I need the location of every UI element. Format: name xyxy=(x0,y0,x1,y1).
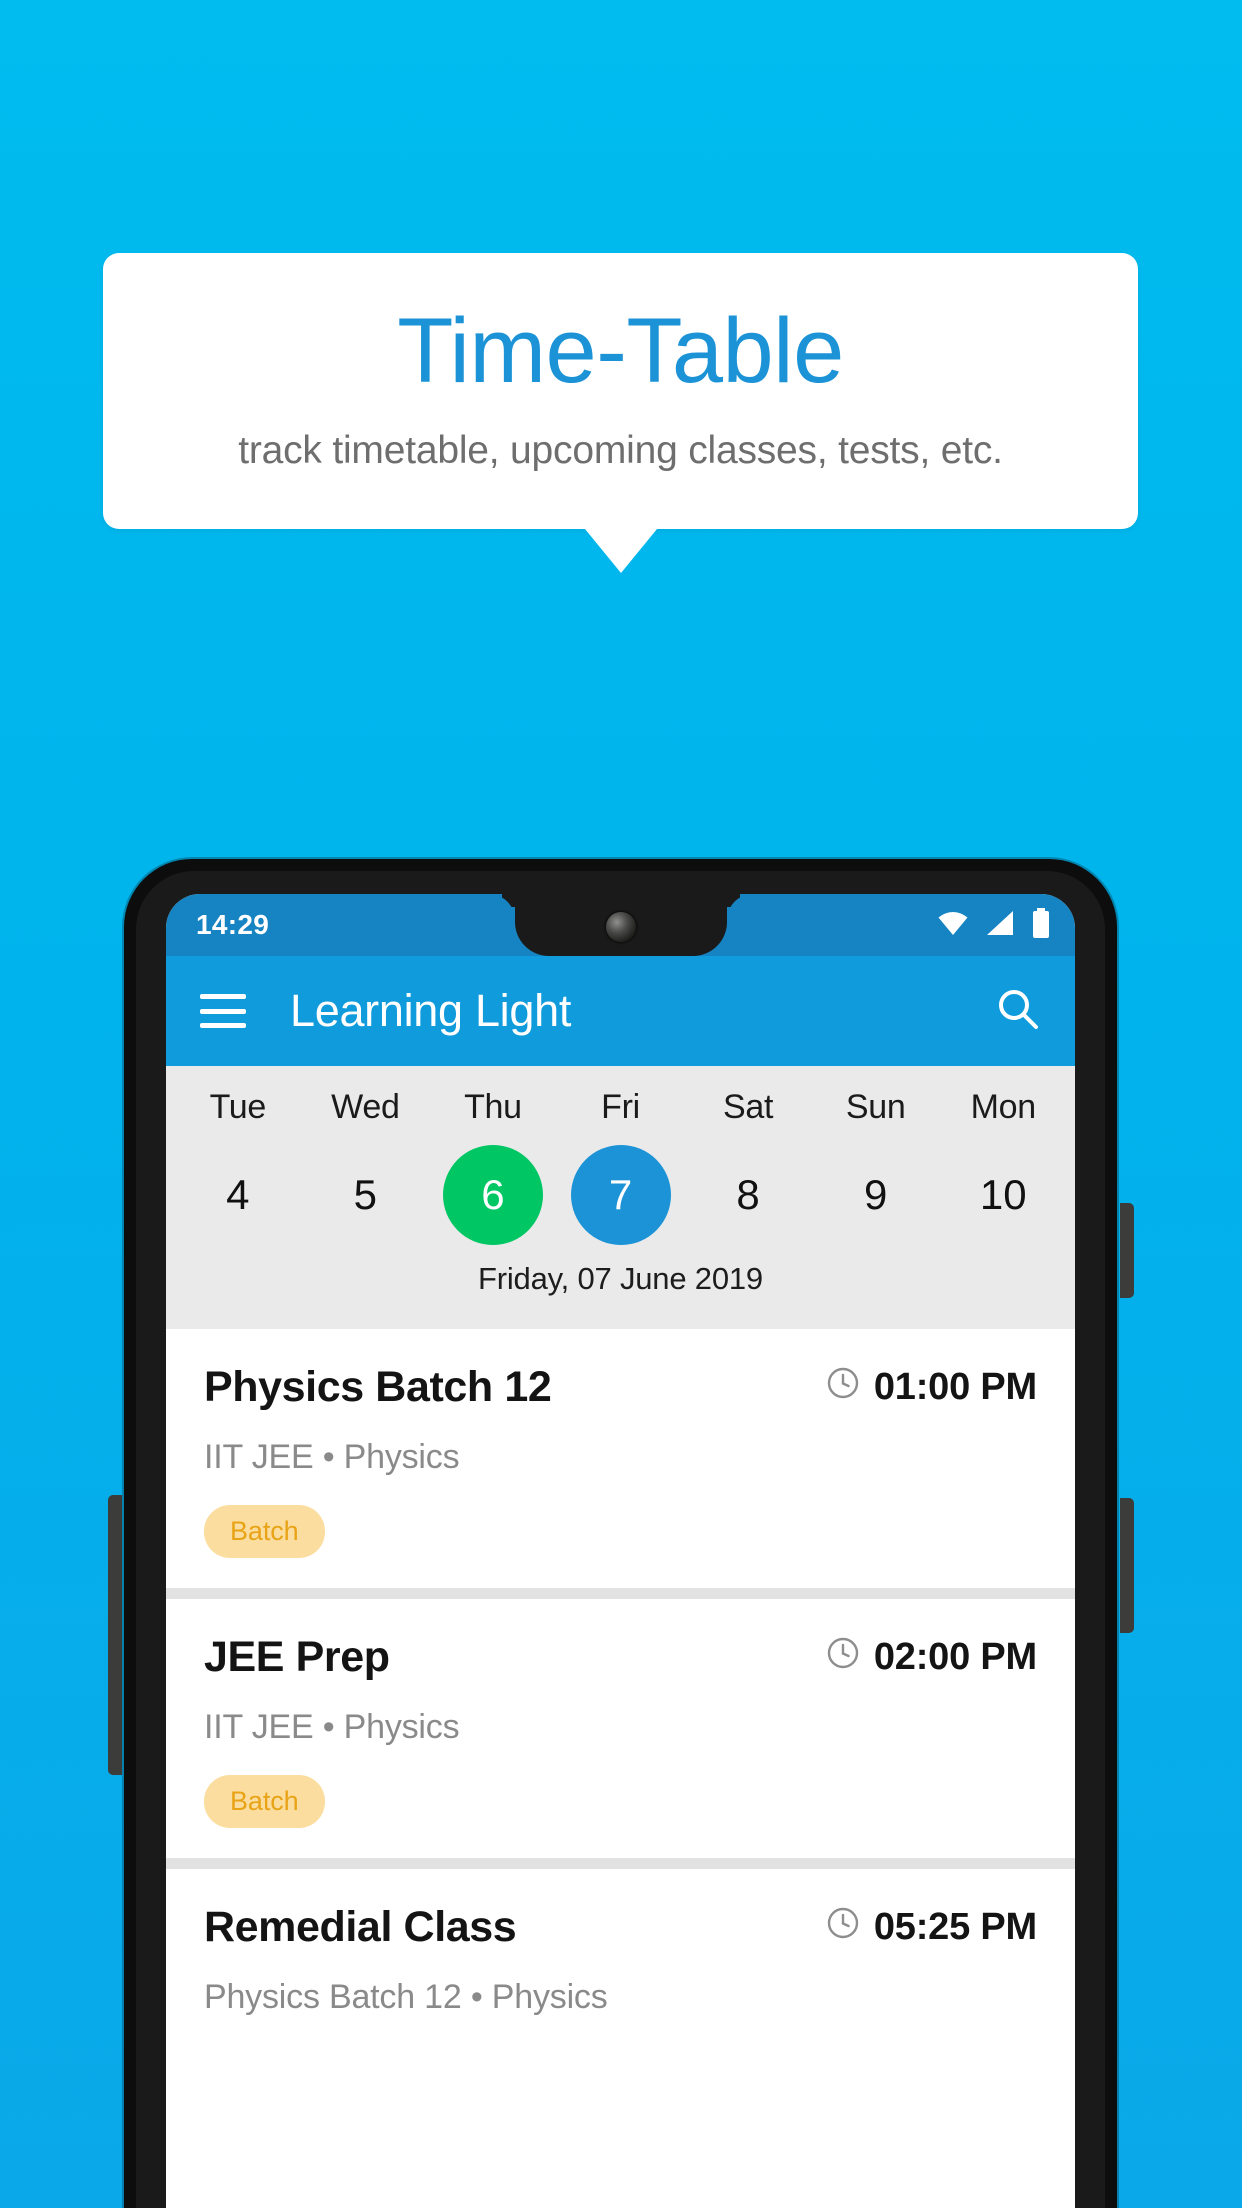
search-icon[interactable] xyxy=(995,986,1041,1037)
phone-notch xyxy=(514,894,727,956)
app-bar-title: Learning Light xyxy=(290,985,572,1036)
schedule-list-item[interactable]: Physics Batch 12 01:00 PM IIT JEE • Phys… xyxy=(166,1329,1075,1588)
promo-bubble-tail xyxy=(584,529,657,573)
schedule-item-chip: Batch xyxy=(204,1505,325,1558)
schedule-item-time: 05:25 PM xyxy=(873,1906,1037,1948)
schedule-item-time: 01:00 PM xyxy=(873,1366,1037,1408)
schedule-item-header: Physics Batch 12 01:00 PM xyxy=(204,1363,1037,1412)
schedule-item-chip: Batch xyxy=(204,1775,325,1828)
day-name: Tue xyxy=(209,1088,267,1126)
schedule-item-time: 02:00 PM xyxy=(873,1636,1037,1678)
schedule-item-time-group: 01:00 PM xyxy=(826,1366,1037,1410)
front-camera-icon xyxy=(605,912,636,942)
schedule-item-title: JEE Prep xyxy=(204,1633,390,1681)
signal-icon xyxy=(985,910,1015,941)
schedule-item-time-group: 02:00 PM xyxy=(826,1636,1037,1680)
calendar-day-mon[interactable]: Mon 10 xyxy=(939,1088,1067,1245)
calendar-day-strip: Tue 4 Wed 5 Thu 6 Fri 7 Sat 8 Sun 9 Mon … xyxy=(166,1066,1075,1329)
schedule-item-header: Remedial Class 05:25 PM xyxy=(204,1903,1037,1952)
schedule-item-subtitle: IIT JEE • Physics xyxy=(204,1438,460,1476)
schedule-list-item[interactable]: Remedial Class 05:25 PM Physics Batch 12… xyxy=(166,1869,1075,2047)
promo-bubble: Time-Table track timetable, upcoming cla… xyxy=(103,253,1138,573)
promo-title: Time-Table xyxy=(397,300,844,402)
schedule-list-item[interactable]: JEE Prep 02:00 PM IIT JEE • Physics Batc… xyxy=(166,1599,1075,1858)
day-name: Thu xyxy=(464,1088,522,1126)
calendar-day-sun[interactable]: Sun 9 xyxy=(812,1088,940,1245)
calendar-day-thu[interactable]: Thu 6 xyxy=(429,1088,557,1245)
calendar-day-fri[interactable]: Fri 7 xyxy=(557,1088,685,1245)
schedule-item-title: Remedial Class xyxy=(204,1903,517,1951)
schedule-item-subtitle: IIT JEE • Physics xyxy=(204,1708,460,1746)
day-name: Sat xyxy=(723,1088,774,1126)
phone-screen: 14:29 Learning Light Tue 4 Wed 5 Thu 6 F… xyxy=(166,894,1075,2208)
calendar-day-wed[interactable]: Wed 5 xyxy=(302,1088,430,1245)
day-name: Sun xyxy=(845,1088,906,1126)
day-number-today: 6 xyxy=(442,1145,543,1245)
promo-subtitle: track timetable, upcoming classes, tests… xyxy=(238,429,1003,472)
schedule-item-subtitle: Physics Batch 12 • Physics xyxy=(204,1978,608,2016)
app-bar: Learning Light xyxy=(166,956,1075,1066)
day-number: 5 xyxy=(353,1171,378,1218)
clock-icon xyxy=(826,1906,860,1950)
day-name: Mon xyxy=(970,1088,1037,1126)
status-bar-clock: 14:29 xyxy=(196,909,270,940)
schedule-item-time-group: 05:25 PM xyxy=(826,1906,1037,1950)
calendar-day-row: Tue 4 Wed 5 Thu 6 Fri 7 Sat 8 Sun 9 Mon … xyxy=(166,1088,1075,1245)
clock-icon xyxy=(826,1636,860,1680)
battery-icon xyxy=(1031,907,1051,943)
phone-device-frame: 14:29 Learning Light Tue 4 Wed 5 Thu 6 F… xyxy=(124,859,1117,2208)
schedule-item-title: Physics Batch 12 xyxy=(204,1363,552,1411)
day-number: 9 xyxy=(863,1171,888,1218)
phone-power-button[interactable] xyxy=(1120,1203,1134,1298)
phone-volume-button[interactable] xyxy=(108,1495,122,1775)
wifi-icon xyxy=(937,910,969,941)
schedule-list: Physics Batch 12 01:00 PM IIT JEE • Phys… xyxy=(166,1329,1075,2047)
day-number: 4 xyxy=(226,1171,250,1218)
status-bar-icons xyxy=(937,907,1051,943)
day-name: Fri xyxy=(601,1088,640,1126)
calendar-day-tue[interactable]: Tue 4 xyxy=(174,1088,302,1245)
day-number: 10 xyxy=(979,1171,1027,1218)
calendar-day-sat[interactable]: Sat 8 xyxy=(684,1088,812,1245)
clock-icon xyxy=(826,1366,860,1410)
day-number: 8 xyxy=(736,1171,760,1218)
day-name: Wed xyxy=(331,1088,400,1126)
app-bar-actions xyxy=(995,986,1041,1037)
selected-date-label: Friday, 07 June 2019 xyxy=(478,1261,763,1296)
day-number-selected: 7 xyxy=(570,1145,671,1245)
schedule-item-header: JEE Prep 02:00 PM xyxy=(204,1633,1037,1682)
promo-bubble-card: Time-Table track timetable, upcoming cla… xyxy=(103,253,1138,529)
hamburger-menu-icon[interactable] xyxy=(200,994,246,1028)
phone-assistant-button[interactable] xyxy=(1120,1498,1134,1633)
